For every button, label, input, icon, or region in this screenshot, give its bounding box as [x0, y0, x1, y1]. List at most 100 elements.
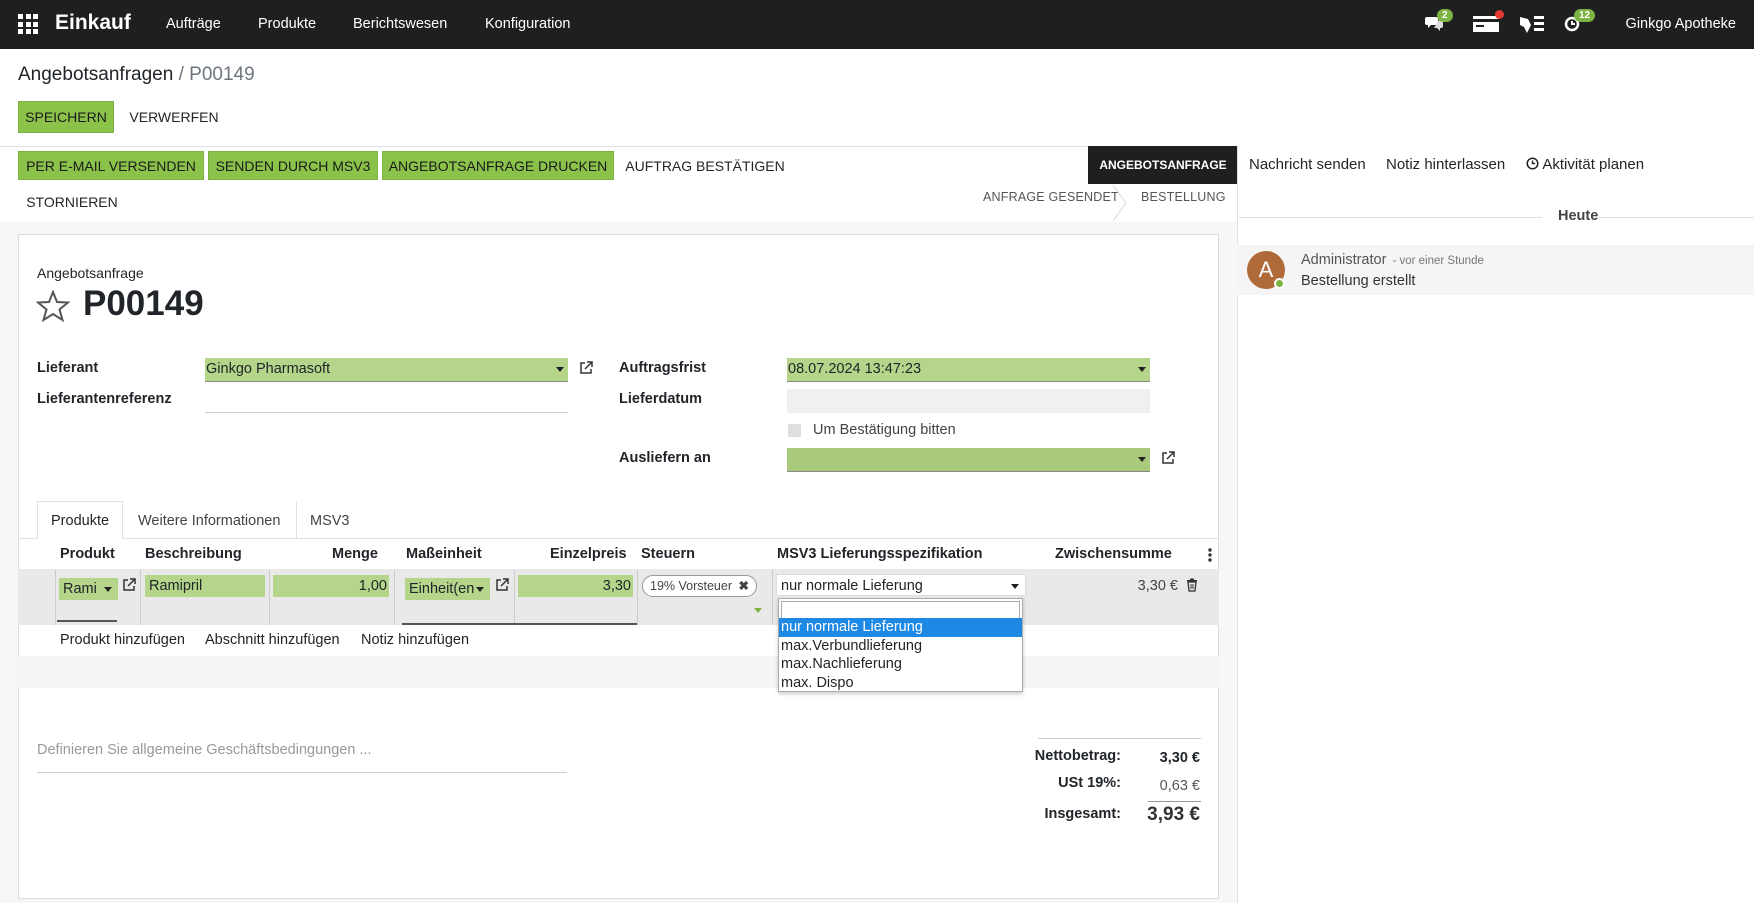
discard-button[interactable]: VERWERFEN	[120, 101, 228, 133]
message-body: Bestellung erstellt	[1301, 273, 1416, 289]
confirm-order-button[interactable]: AUFTRAG BESTÄTIGEN	[618, 151, 792, 180]
external-link-icon[interactable]	[1161, 451, 1175, 465]
messages-badge: 2	[1437, 9, 1453, 22]
row-divider	[514, 570, 515, 625]
vendor-ref-label: Lieferantenreferenz	[37, 391, 172, 407]
row-divider	[394, 570, 395, 625]
app-menu-icon[interactable]	[18, 14, 38, 34]
tab-products[interactable]: Produkte	[37, 501, 124, 539]
menu-orders[interactable]: Aufträge	[166, 16, 221, 32]
terms-field[interactable]: Definieren Sie allgemeine Geschäftsbedin…	[37, 742, 567, 773]
chevron-down-icon	[1011, 584, 1019, 589]
uom-cell[interactable]: Einheit(en	[405, 578, 490, 600]
status-arrow-icon	[1112, 185, 1127, 221]
vendor-field[interactable]: Ginkgo Pharmasoft	[205, 358, 568, 382]
date-separator: Heute	[1558, 208, 1599, 224]
cell-underline	[402, 623, 637, 625]
send-msv3-button[interactable]: SENDEN DURCH MSV3	[208, 151, 378, 180]
menu-configuration[interactable]: Konfiguration	[485, 16, 570, 32]
schedule-activity-label: Aktivität planen	[1542, 156, 1645, 173]
msv3-select[interactable]: nur normale Lieferung	[776, 574, 1026, 596]
row-divider	[269, 570, 270, 625]
activities-icon[interactable]: 12	[1564, 9, 1596, 35]
print-rfq-button[interactable]: ANGEBOTSANFRAGE DRUCKEN	[382, 151, 614, 180]
tab-other-info[interactable]: Weitere Informationen	[124, 501, 294, 539]
total-value: 3,93 €	[1147, 804, 1200, 825]
dropdown-option[interactable]: nur normale Lieferung	[779, 618, 1022, 637]
send-email-button[interactable]: PER E-MAIL VERSENDEN	[18, 151, 204, 180]
col-unit-price[interactable]: Einzelpreis	[550, 546, 627, 562]
send-message-button[interactable]: Nachricht senden	[1249, 156, 1366, 173]
tax-tag[interactable]: 19% Vorsteuer ✖	[642, 575, 757, 597]
dropdown-option[interactable]: max.Nachlieferung	[779, 655, 1022, 674]
messages-icon[interactable]: 2	[1424, 9, 1453, 35]
add-section-link[interactable]: Abschnitt hinzufügen	[205, 632, 340, 648]
add-note-link[interactable]: Notiz hinzufügen	[361, 632, 469, 648]
net-value: 3,30 €	[1159, 750, 1200, 766]
log-note-button[interactable]: Notiz hinterlassen	[1386, 156, 1505, 173]
menu-reporting[interactable]: Berichtswesen	[353, 16, 447, 32]
external-link-icon[interactable]	[579, 361, 593, 375]
unit-price-cell[interactable]: 3,30	[518, 575, 633, 597]
product-cell[interactable]: Rami	[59, 578, 118, 600]
card-icon[interactable]	[1472, 10, 1504, 35]
col-msv3-spec[interactable]: MSV3 Lieferungsspezifikation	[777, 546, 982, 562]
vendor-ref-field[interactable]	[205, 389, 568, 413]
author-name[interactable]: Administrator	[1301, 252, 1386, 268]
chevron-down-icon	[1138, 457, 1146, 462]
column-options-icon[interactable]	[1207, 547, 1213, 563]
schedule-activity-button[interactable]: Aktivität planen	[1526, 156, 1644, 173]
external-link-icon[interactable]	[122, 578, 136, 592]
helpdesk-icon[interactable]	[1518, 13, 1546, 35]
deadline-value: 08.07.2024 13:47:23	[788, 361, 922, 377]
vendor-value: Ginkgo Pharmasoft	[206, 361, 331, 377]
msv3-dropdown: nur normale Lieferung max.Verbundlieferu…	[778, 598, 1023, 692]
star-icon[interactable]	[36, 290, 70, 322]
deliver-to-field[interactable]	[787, 448, 1150, 472]
quantity-cell[interactable]: 1,00	[273, 575, 389, 597]
col-taxes[interactable]: Steuern	[641, 546, 695, 562]
status-rfq[interactable]: ANGEBOTSANFRAGE	[1088, 146, 1238, 184]
trash-icon[interactable]	[1186, 578, 1198, 592]
menu-products[interactable]: Produkte	[258, 16, 316, 32]
company-switcher[interactable]: Ginkgo Apotheke	[1626, 16, 1736, 32]
cancel-button[interactable]: STORNIEREN	[18, 187, 126, 216]
dropdown-option[interactable]: max.Verbundlieferung	[779, 637, 1022, 656]
status-purchase-order[interactable]: BESTELLUNG	[1141, 190, 1226, 204]
ask-confirmation-label: Um Bestätigung bitten	[813, 422, 956, 438]
app-brand[interactable]: Einkauf	[55, 11, 131, 35]
chevron-down-icon	[556, 367, 564, 372]
receipt-date-field[interactable]	[787, 389, 1150, 413]
description-cell[interactable]: Ramipril	[145, 575, 265, 597]
status-rfq-sent[interactable]: ANFRAGE GESENDET	[983, 190, 1119, 204]
top-navbar: Einkauf Aufträge Produkte Berichtswesen …	[0, 0, 1754, 49]
col-quantity[interactable]: Menge	[332, 546, 378, 562]
date-divider	[1239, 217, 1542, 218]
chevron-down-icon	[104, 587, 112, 592]
save-button[interactable]: SPEICHERN	[18, 101, 114, 133]
breadcrumb-parent[interactable]: Angebotsanfragen	[18, 64, 173, 85]
deliver-to-label: Ausliefern an	[619, 450, 711, 466]
col-uom[interactable]: Maßeinheit	[406, 546, 482, 562]
product-value: Rami	[63, 581, 97, 597]
chevron-down-icon	[476, 587, 484, 592]
chevron-down-icon[interactable]	[754, 608, 762, 613]
deadline-field[interactable]: 08.07.2024 13:47:23	[787, 358, 1150, 382]
breadcrumb-separator: /	[178, 64, 184, 85]
tax-label: USt 19%:	[1058, 775, 1121, 791]
doc-type-label: Angebotsanfrage	[37, 265, 144, 281]
col-subtotal[interactable]: Zwischensumme	[1055, 546, 1172, 562]
add-product-link[interactable]: Produkt hinzufügen	[60, 632, 185, 648]
col-product[interactable]: Produkt	[60, 546, 115, 562]
external-link-icon[interactable]	[495, 578, 509, 592]
tab-msv3[interactable]: MSV3	[296, 501, 364, 539]
breadcrumb-current: P00149	[189, 64, 255, 85]
row-divider	[772, 570, 773, 625]
deadline-label: Auftragsfrist	[619, 360, 707, 376]
dropdown-option[interactable]: max. Dispo	[779, 674, 1022, 693]
msv3-value: nur normale Lieferung	[781, 578, 923, 594]
remove-tag-icon[interactable]: ✖	[738, 579, 748, 593]
col-description[interactable]: Beschreibung	[145, 546, 242, 562]
ask-confirmation-checkbox[interactable]	[788, 424, 801, 437]
clock-icon	[1526, 157, 1539, 170]
